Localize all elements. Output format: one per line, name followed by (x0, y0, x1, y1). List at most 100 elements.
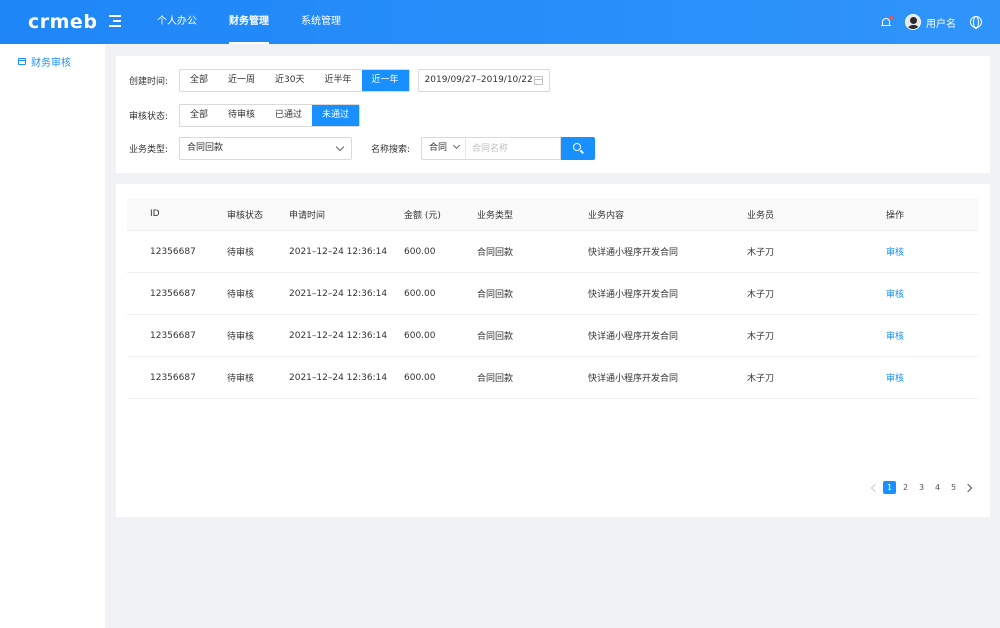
search-group: 合同 (421, 137, 595, 160)
cell-type: 合同回款 (477, 290, 514, 300)
nav-item-personal-office[interactable]: 个人办公 (147, 0, 207, 44)
page-3[interactable]: 3 (915, 481, 928, 494)
cell-type: 合同回款 (477, 248, 514, 258)
cell-time: 2021–12–24 12:36:14 (289, 246, 388, 257)
review-link[interactable]: 审核 (886, 315, 904, 356)
filter-label-status: 审核状态: (129, 112, 169, 122)
cell-content: 快详通小程序开发合同 (588, 332, 679, 342)
filter-row-type: 业务类型: 合同回款 名称搜索: 合同 (129, 137, 595, 160)
logo[interactable]: crmeb (28, 11, 97, 33)
column-header-action: 操作 (886, 210, 905, 221)
time-option-30days[interactable]: 近30天 (265, 70, 314, 91)
cell-amount: 600.00 (404, 330, 436, 341)
sidebar-item-label: 财务审核 (31, 58, 71, 69)
date-range-value: 2019/09/27–2019/10/22 (424, 75, 533, 85)
filter-row-time: 创建时间: 全部 近一周 近30天 近半年 近一年 2019/09/27–201… (129, 69, 550, 92)
page-1[interactable]: 1 (883, 481, 896, 494)
cell-salesman: 木子刀 (747, 332, 775, 342)
cell-status: 待审核 (227, 332, 255, 342)
time-option-year[interactable]: 近一年 (361, 70, 409, 91)
time-range-group: 全部 近一周 近30天 近半年 近一年 (179, 69, 410, 92)
avatar[interactable] (905, 14, 921, 30)
chevron-right-icon[interactable] (963, 481, 976, 494)
cell-amount: 600.00 (404, 246, 436, 257)
table-row: 12356687 待审核 2021–12–24 12:36:14 600.00 … (127, 231, 979, 273)
table-row: 12356687 待审核 2021–12–24 12:36:14 600.00 … (127, 357, 979, 399)
cell-salesman: 木子刀 (747, 374, 775, 384)
pagination: 1 2 3 4 5 (864, 481, 976, 494)
status-option-approved[interactable]: 已通过 (265, 105, 312, 126)
column-header-salesman: 业务员 (747, 210, 775, 221)
top-nav: 个人办公 财务管理 系统管理 (147, 0, 363, 44)
username[interactable]: 用户名 (926, 15, 956, 30)
bell-icon[interactable] (881, 15, 893, 28)
header-right: 用户名 (881, 0, 982, 44)
filter-panel: 创建时间: 全部 近一周 近30天 近半年 近一年 2019/09/27–201… (116, 56, 990, 173)
status-option-pending[interactable]: 待审核 (218, 105, 265, 126)
search-type-select[interactable]: 合同 (421, 137, 465, 160)
cell-content: 快详通小程序开发合同 (588, 290, 679, 300)
chevron-down-icon (335, 142, 345, 152)
cell-status: 待审核 (227, 290, 255, 300)
column-header-content: 业务内容 (588, 210, 625, 221)
cell-id: 12356687 (150, 372, 196, 383)
time-option-week[interactable]: 近一周 (218, 70, 265, 91)
cell-salesman: 木子刀 (747, 248, 775, 258)
nav-item-finance[interactable]: 财务管理 (219, 0, 279, 44)
table-header: ID 审核状态 申请时间 金额 (元) 业务类型 业务内容 业务员 操作 (127, 198, 979, 231)
cell-time: 2021–12–24 12:36:14 (289, 372, 388, 383)
status-option-all[interactable]: 全部 (180, 105, 218, 126)
calendar-icon (533, 76, 543, 85)
cell-content: 快详通小程序开发合同 (588, 374, 679, 384)
cell-content: 快详通小程序开发合同 (588, 248, 679, 258)
table-panel: ID 审核状态 申请时间 金额 (元) 业务类型 业务内容 业务员 操作 123… (116, 184, 990, 517)
filter-label-search: 名称搜索: (371, 145, 411, 155)
cell-amount: 600.00 (404, 288, 436, 299)
time-option-all[interactable]: 全部 (180, 70, 218, 91)
page-2[interactable]: 2 (899, 481, 912, 494)
cell-type: 合同回款 (477, 332, 514, 342)
globe-icon[interactable] (970, 16, 982, 29)
page-4[interactable]: 4 (931, 481, 944, 494)
cell-id: 12356687 (150, 288, 196, 299)
status-group: 全部 待审核 已通过 未通过 (179, 104, 361, 127)
business-type-select[interactable]: 合同回款 (179, 137, 352, 160)
date-range-picker[interactable]: 2019/09/27–2019/10/22 (417, 69, 550, 92)
cell-id: 12356687 (150, 246, 196, 257)
column-header-type: 业务类型 (477, 210, 514, 221)
filter-label-type: 业务类型: (129, 145, 169, 155)
page-5[interactable]: 5 (947, 481, 960, 494)
review-link[interactable]: 审核 (886, 231, 904, 272)
cell-type: 合同回款 (477, 374, 514, 384)
status-option-rejected[interactable]: 未通过 (312, 105, 360, 126)
review-link[interactable]: 审核 (886, 357, 904, 398)
cell-status: 待审核 (227, 374, 255, 384)
filter-label-time: 创建时间: (129, 77, 169, 87)
column-header-time: 申请时间 (289, 210, 326, 221)
menu-toggle-icon[interactable] (109, 14, 123, 28)
review-link[interactable]: 审核 (886, 273, 904, 314)
table-row: 12356687 待审核 2021–12–24 12:36:14 600.00 … (127, 315, 979, 357)
column-header-amount: 金额 (元) (404, 210, 441, 221)
search-type-value: 合同 (429, 143, 448, 153)
calendar-icon (18, 58, 26, 65)
sidebar-item-finance-review[interactable]: 财务审核 (18, 54, 71, 69)
chevron-down-icon (452, 141, 461, 150)
chevron-left-icon[interactable] (867, 481, 880, 494)
cell-id: 12356687 (150, 330, 196, 341)
cell-amount: 600.00 (404, 372, 436, 383)
cell-status: 待审核 (227, 248, 255, 258)
filter-row-status: 审核状态: 全部 待审核 已通过 未通过 (129, 104, 361, 127)
table-row: 12356687 待审核 2021–12–24 12:36:14 600.00 … (127, 273, 979, 315)
sidebar: 财务审核 (0, 44, 105, 628)
search-button[interactable] (561, 137, 595, 160)
nav-item-system[interactable]: 系统管理 (291, 0, 351, 44)
cell-time: 2021–12–24 12:36:14 (289, 330, 388, 341)
column-header-status: 审核状态 (227, 210, 264, 221)
search-input[interactable] (465, 137, 561, 160)
time-option-half-year[interactable]: 近半年 (314, 70, 361, 91)
business-type-value: 合同回款 (187, 143, 224, 153)
top-header: crmeb 个人办公 财务管理 系统管理 用户名 (0, 0, 1000, 44)
column-header-id: ID (150, 209, 160, 219)
cell-salesman: 木子刀 (747, 290, 775, 300)
